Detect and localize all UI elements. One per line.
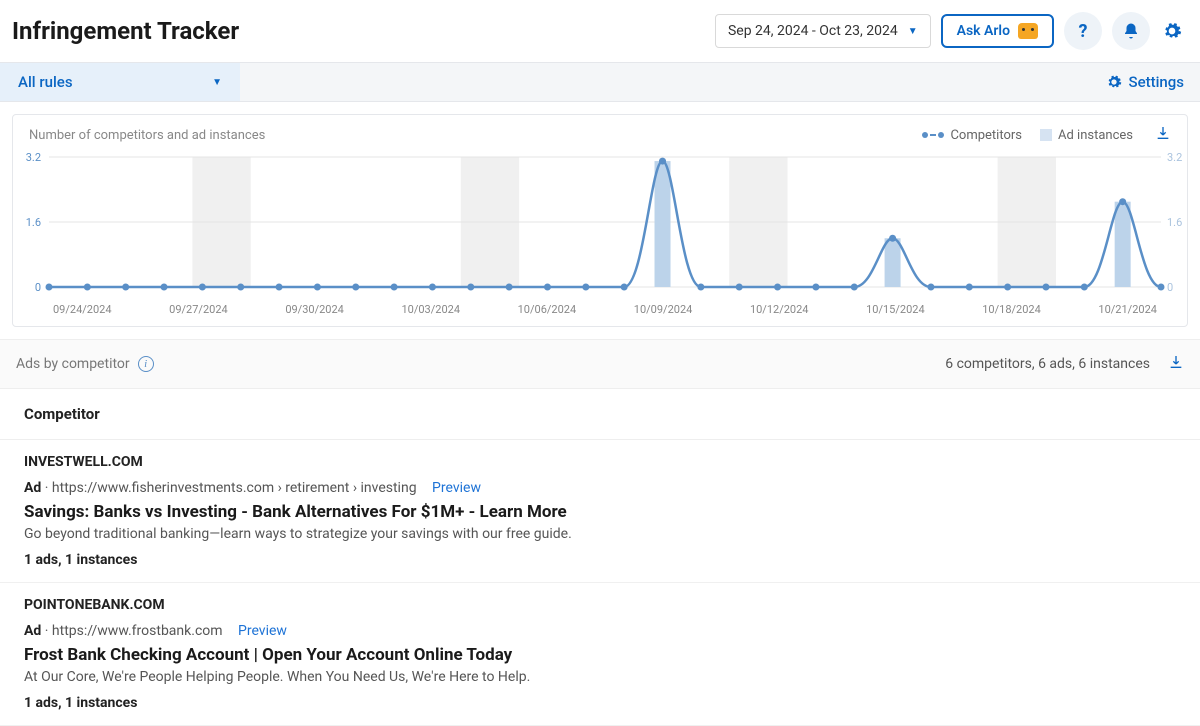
competitor-row: POINTONEBANK.COM Ad · https://www.frostb… [0,583,1200,726]
ad-title: Frost Bank Checking Account | Open Your … [24,645,1176,665]
ad-url-line: Ad · https://www.frostbank.com Preview [24,623,1176,639]
gear-icon [1162,21,1182,41]
svg-text:1.6: 1.6 [26,216,41,229]
chart-plot: 0 0 1.6 1.6 3.2 3.2 [13,151,1189,301]
x-tick: 09/30/2024 [285,303,344,316]
chevron-down-icon: ▼ [908,26,918,37]
ask-arlo-label: Ask Arlo [957,23,1010,39]
chart-legend: Competitors Ad instances [922,125,1171,145]
info-icon[interactable]: i [138,356,154,372]
gear-icon [1106,74,1122,90]
x-tick: 10/09/2024 [634,303,693,316]
legend-competitors-label: Competitors [950,128,1022,143]
preview-link[interactable]: Preview [432,480,481,496]
x-tick: 10/03/2024 [401,303,460,316]
ad-url: https://www.frostbank.com [52,623,223,639]
legend-ad-instances-label: Ad instances [1058,128,1133,143]
page-title: Infringement Tracker [12,17,239,45]
notifications-button[interactable] [1112,12,1150,50]
rules-dropdown-label: All rules [18,73,73,91]
competitor-row: INVESTWELL.COM Ad · https://www.fisherin… [0,440,1200,583]
bell-icon [1122,22,1140,40]
column-header: Competitor [0,389,1200,440]
x-tick: 10/21/2024 [1098,303,1157,316]
chart-title: Number of competitors and ad instances [29,128,265,143]
preview-link[interactable]: Preview [238,623,287,639]
help-button[interactable]: ? [1064,12,1102,50]
ad-count: 1 ads, 1 instances [24,695,1176,711]
download-icon [1168,354,1184,370]
chevron-down-icon: ▼ [212,77,222,88]
svg-text:0: 0 [1167,281,1173,294]
legend-competitors: Competitors [922,128,1022,143]
svg-text:0: 0 [35,281,41,294]
summary-left: Ads by competitor i [16,356,154,372]
chart-header: Number of competitors and ad instances C… [13,115,1187,151]
page-header: Infringement Tracker Sep 24, 2024 - Oct … [0,0,1200,62]
x-tick: 10/06/2024 [518,303,577,316]
competitor-name: POINTONEBANK.COM [24,597,1176,613]
header-actions: Sep 24, 2024 - Oct 23, 2024 ▼ Ask Arlo ? [715,12,1184,50]
ad-prefix: Ad [24,480,41,496]
ad-count: 1 ads, 1 instances [24,552,1176,568]
svg-text:3.2: 3.2 [26,151,41,164]
download-icon [1155,125,1171,141]
settings-label: Settings [1128,73,1184,91]
legend-ad-instances: Ad instances [1040,128,1133,143]
help-icon: ? [1079,21,1088,42]
x-tick: 09/24/2024 [53,303,112,316]
ask-arlo-button[interactable]: Ask Arlo [941,14,1054,48]
svg-text:3.2: 3.2 [1167,151,1182,164]
ad-description: At Our Core, We're People Helping People… [24,669,1176,685]
date-range-picker[interactable]: Sep 24, 2024 - Oct 23, 2024 ▼ [715,14,931,48]
ad-url-line: Ad · https://www.fisherinvestments.com ›… [24,480,1176,496]
x-tick: 10/15/2024 [866,303,925,316]
ad-title: Savings: Banks vs Investing - Bank Alter… [24,502,1176,522]
arlo-icon [1018,23,1038,39]
competitor-list: INVESTWELL.COM Ad · https://www.fisherin… [0,440,1200,726]
chart-x-axis: 09/24/2024 09/27/2024 09/30/2024 10/03/2024… [13,301,1187,316]
ad-url: https://www.fisherinvestments.com › reti… [52,480,417,496]
summary-bar: Ads by competitor i 6 competitors, 6 ads… [0,339,1200,389]
ad-prefix: Ad [24,623,41,639]
rules-dropdown[interactable]: All rules ▼ [0,63,240,101]
summary-label: Ads by competitor [16,356,130,372]
settings-gear-button[interactable] [1160,12,1184,50]
x-tick: 10/12/2024 [750,303,809,316]
x-tick: 10/18/2024 [982,303,1041,316]
download-chart-button[interactable] [1155,125,1171,145]
ad-description: Go beyond traditional banking—learn ways… [24,526,1176,542]
download-table-button[interactable] [1168,354,1184,374]
date-range-label: Sep 24, 2024 - Oct 23, 2024 [728,23,898,39]
x-tick: 09/27/2024 [169,303,228,316]
chart-card: Number of competitors and ad instances C… [12,114,1188,327]
settings-link[interactable]: Settings [1090,73,1200,91]
filter-toolbar: All rules ▼ Settings [0,62,1200,102]
competitor-name: INVESTWELL.COM [24,454,1176,470]
summary-right: 6 competitors, 6 ads, 6 instances [945,354,1184,374]
svg-text:1.6: 1.6 [1167,216,1182,229]
summary-stats: 6 competitors, 6 ads, 6 instances [945,356,1150,372]
